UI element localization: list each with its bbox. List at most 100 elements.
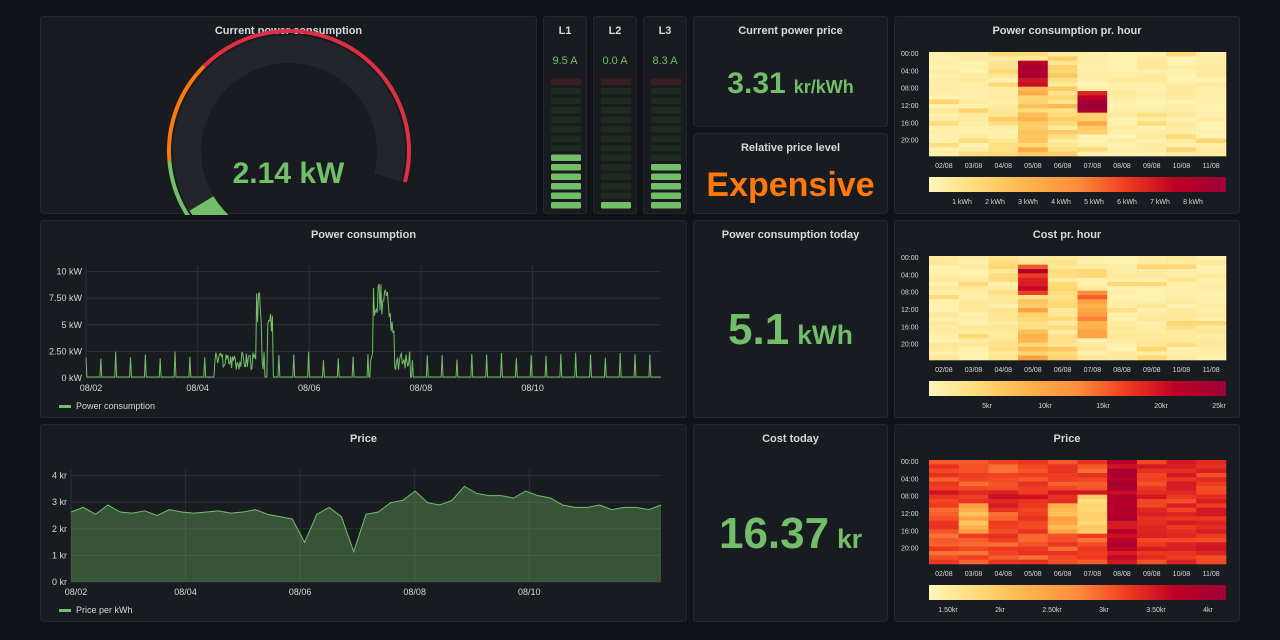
y-axis-label: 2 kr xyxy=(52,524,67,534)
heatmap-cell xyxy=(1077,143,1108,148)
heatmap-cell xyxy=(1077,99,1108,105)
heatmap-cell xyxy=(1136,351,1167,356)
heatmap-cell xyxy=(1047,104,1078,109)
heatmap-cell xyxy=(1196,78,1227,83)
heatmap-cell xyxy=(1196,321,1227,326)
heatmap-cell xyxy=(1136,147,1167,152)
heatmap-cell xyxy=(1018,347,1049,352)
chart-legend[interactable]: Price per kWh xyxy=(59,605,133,615)
heatmap-cell xyxy=(1107,473,1138,478)
heatmap-cell xyxy=(1136,316,1167,322)
heatmap-cell xyxy=(1166,264,1197,270)
heatmap-cell xyxy=(1136,325,1167,330)
heatmap-cell xyxy=(988,73,1019,79)
heatmap-cell xyxy=(1047,303,1078,309)
heatmap-cell xyxy=(1107,516,1138,521)
heatmap-cell xyxy=(958,473,989,478)
heatmap-cell xyxy=(929,481,959,487)
heatmap-cell xyxy=(958,269,989,274)
heatmap-cell xyxy=(958,321,989,326)
heatmap-cell xyxy=(1047,299,1078,304)
heatmap-cell xyxy=(988,525,1019,530)
heatmap-cell xyxy=(929,468,959,474)
heatmap-cell xyxy=(1196,65,1227,70)
heatmap-cell xyxy=(1136,269,1167,274)
x-axis-label: 06/08 xyxy=(1054,163,1072,170)
heatmap-cell xyxy=(958,260,989,265)
heatmap-cell xyxy=(1018,69,1049,74)
heatmap-cell xyxy=(1047,546,1078,552)
x-axis-label: 05/08 xyxy=(1024,163,1042,170)
heatmap-cell xyxy=(1166,138,1197,144)
heatmap-cell xyxy=(1047,329,1078,335)
heatmap-cell xyxy=(1107,555,1138,560)
heatmap-cell xyxy=(1196,516,1227,521)
heatmap-cell xyxy=(1018,499,1049,504)
phase-bar-segment xyxy=(551,135,581,142)
heatmap-cell xyxy=(1196,138,1227,144)
heatmap-cell xyxy=(988,329,1019,335)
heatmap-cell xyxy=(929,538,959,543)
heatmap-cell xyxy=(1107,338,1138,343)
heatmap-cell xyxy=(1047,260,1078,265)
heatmap-cell xyxy=(988,269,1019,274)
heatmap-cell xyxy=(1018,65,1049,70)
heatmap-cell xyxy=(1107,256,1138,261)
heatmap-cell xyxy=(988,338,1019,343)
heatmap-cell xyxy=(1136,52,1167,57)
y-axis-label: 12:00 xyxy=(901,103,919,110)
heatmap-cell xyxy=(988,342,1019,348)
heatmap-cell xyxy=(1136,299,1167,304)
heatmap-cell xyxy=(1136,499,1167,504)
phase-bar-segment xyxy=(601,192,631,199)
heatmap-cell xyxy=(1196,533,1227,539)
heatmap-cell xyxy=(988,117,1019,122)
heatmap-cell xyxy=(1107,546,1138,552)
heatmap-cell xyxy=(1077,112,1108,118)
heatmap-cell xyxy=(1018,86,1049,92)
phase-bar-segment xyxy=(601,145,631,152)
heatmap-cell xyxy=(958,295,989,300)
heatmap-cell xyxy=(929,460,959,465)
heatmap-cell xyxy=(1136,494,1167,500)
chart-legend[interactable]: Power consumption xyxy=(59,401,155,411)
heatmap-cell xyxy=(1136,260,1167,265)
heatmap-cell xyxy=(958,286,989,291)
heatmap-cell xyxy=(1018,464,1049,469)
heatmap-cell xyxy=(1047,112,1078,118)
heatmap-cell xyxy=(1107,321,1138,326)
heatmap-cell xyxy=(1018,138,1049,144)
heatmap-cell xyxy=(1166,69,1197,74)
price-level-panel: Relative price level Expensive xyxy=(693,133,888,214)
current-power-panel: Current power consumption 2.14 kW xyxy=(40,16,537,215)
heatmap-cell xyxy=(1018,82,1049,87)
heatmap-cell xyxy=(1107,351,1138,356)
heatmap-cell xyxy=(1136,65,1167,70)
y-axis-label: 04:00 xyxy=(901,272,919,279)
heatmap-cell xyxy=(929,334,959,339)
heatmap-cell xyxy=(1196,112,1227,118)
heatmap-cell xyxy=(929,525,959,530)
heatmap-cell xyxy=(1047,542,1078,547)
heatmap-cell xyxy=(1196,460,1227,465)
heatmap-cell xyxy=(1047,56,1078,61)
heatmap-cell xyxy=(988,559,1019,565)
heatmap-cell xyxy=(988,477,1019,482)
heatmap-cell xyxy=(1107,86,1138,92)
heatmap-cell xyxy=(1047,73,1078,79)
heatmap-cell xyxy=(1136,477,1167,482)
heatmap-cell xyxy=(1018,151,1049,157)
heatmap-cell xyxy=(1166,290,1197,296)
heatmap-cell xyxy=(988,494,1019,500)
heatmap-cell xyxy=(1107,525,1138,530)
heatmap-cell xyxy=(1047,468,1078,474)
heatmap-cell xyxy=(1047,286,1078,291)
heatmap-cell xyxy=(1107,56,1138,61)
heatmap-cell xyxy=(1136,507,1167,513)
heatmap-cell xyxy=(1166,299,1197,304)
x-axis-label: 04/08 xyxy=(994,163,1012,170)
heatmap-cell xyxy=(988,316,1019,322)
heatmap-cell xyxy=(958,282,989,287)
heatmap-cell xyxy=(929,325,959,330)
x-axis-label: 08/02 xyxy=(80,383,103,393)
